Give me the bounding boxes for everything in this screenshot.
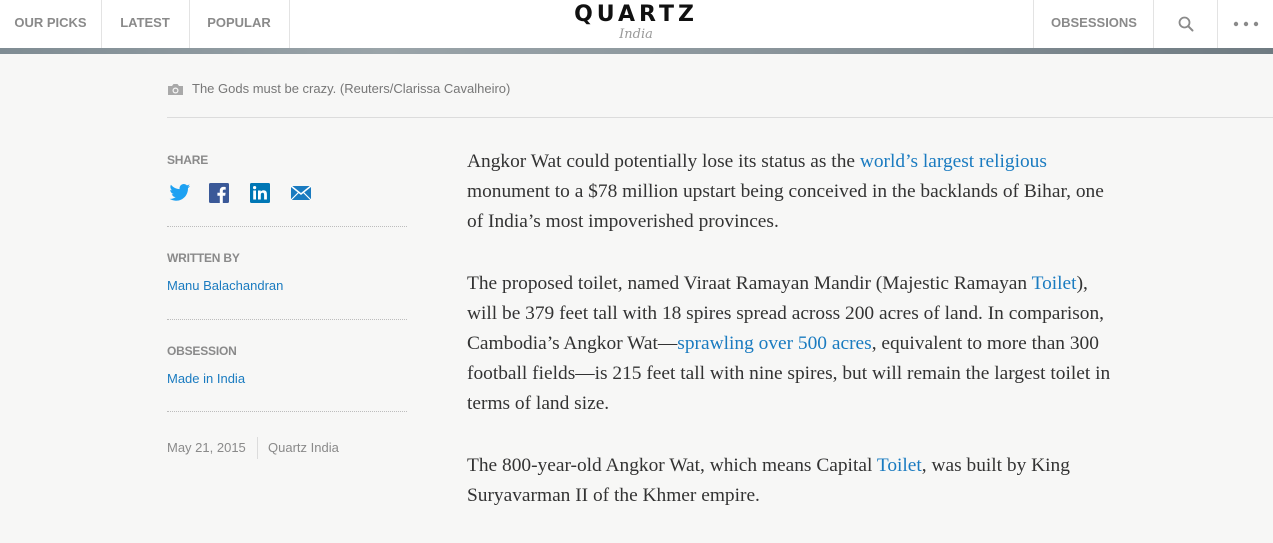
email-icon[interactable]	[290, 183, 312, 203]
inline-link[interactable]: sprawling over 500 acres	[677, 333, 871, 354]
inline-link[interactable]: Toilet	[877, 455, 922, 476]
camera-icon	[168, 84, 183, 96]
caption-text: The Gods must be crazy. (Reuters/Clariss…	[192, 81, 511, 96]
logo-edition: India	[619, 27, 653, 42]
paragraph-text: The 800-year-old Angkor Wat, which means…	[467, 455, 877, 476]
meta-separator	[257, 437, 258, 459]
nav-popular[interactable]: POPULAR	[189, 0, 290, 48]
article-paragraph: Angkor Wat could potentially lose its st…	[467, 147, 1117, 237]
site-logo[interactable]: QUARTZ India	[536, 2, 736, 42]
article-paragraph: The proposed toilet, named Viraat Ramaya…	[467, 269, 1117, 419]
paragraph-text: monument to a $78 million upstart being …	[467, 181, 1104, 232]
obsession-label: OBSESSION	[167, 344, 237, 358]
nav-latest[interactable]: LATEST	[101, 0, 190, 48]
edition-link[interactable]: Quartz India	[268, 440, 339, 455]
top-nav: OUR PICKS LATEST POPULAR QUARTZ India OB…	[0, 0, 1273, 54]
article-body: Angkor Wat could potentially lose its st…	[467, 147, 1117, 543]
rail-divider	[167, 411, 407, 412]
paragraph-text: The proposed toilet, named Viraat Ramaya…	[467, 273, 1032, 294]
rail-divider	[167, 319, 407, 320]
inline-link[interactable]: Toilet	[1032, 273, 1077, 294]
caption-divider	[167, 117, 1273, 118]
facebook-icon[interactable]	[209, 183, 231, 203]
inline-link[interactable]: world’s largest religious	[860, 151, 1047, 172]
paragraph-text: Angkor Wat could potentially lose its st…	[467, 151, 860, 172]
search-button[interactable]	[1153, 0, 1218, 48]
article-paragraph: The 800-year-old Angkor Wat, which means…	[467, 451, 1117, 511]
share-label: SHARE	[167, 153, 209, 167]
twitter-icon[interactable]	[169, 183, 191, 203]
more-button[interactable]	[1217, 0, 1273, 48]
author-link[interactable]: Manu Balachandran	[167, 278, 283, 293]
photo-caption: The Gods must be crazy. (Reuters/Clariss…	[167, 78, 510, 100]
nav-obsessions[interactable]: OBSESSIONS	[1033, 0, 1154, 48]
search-icon	[1178, 16, 1194, 32]
publish-date: May 21, 2015	[167, 440, 246, 455]
more-dots-icon	[1233, 21, 1259, 27]
header-image-strip	[0, 48, 1273, 54]
obsession-link[interactable]: Made in India	[167, 371, 245, 386]
linkedin-icon[interactable]	[250, 183, 272, 203]
written-by-label: WRITTEN BY	[167, 251, 240, 265]
rail-divider	[167, 226, 407, 227]
logo-wordmark: QUARTZ	[574, 2, 698, 27]
nav-our-picks[interactable]: OUR PICKS	[0, 0, 102, 48]
